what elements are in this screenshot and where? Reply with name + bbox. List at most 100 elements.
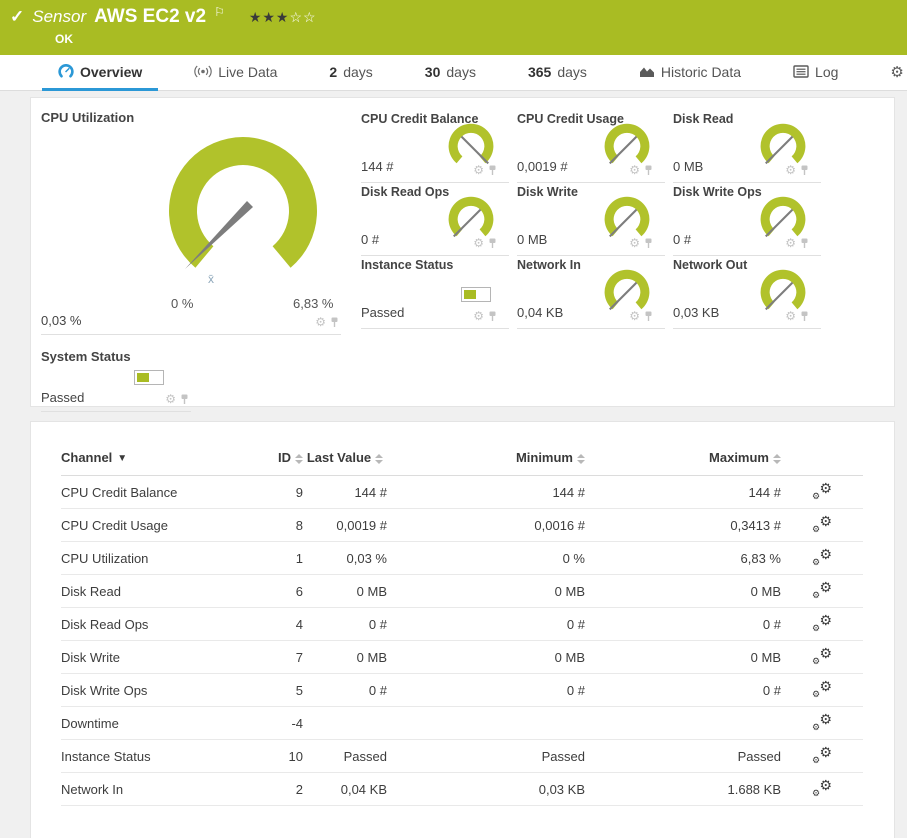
channel-cell-network-in[interactable]: Network In 0,04 KB ⚙	[517, 256, 665, 329]
channel-table-card: Channel▼ ID Last Value Minimum Maximum	[30, 421, 895, 838]
pin-icon[interactable]	[800, 311, 809, 322]
cpu-utilization-gauge-cell[interactable]: CPU Utilization x̄ 0 % 6,83 % 0,03 % ⚙	[41, 110, 341, 335]
cell-value: 0,0019 #	[517, 159, 568, 174]
gear-icon[interactable]: ⚙	[785, 164, 796, 176]
column-header-maximum[interactable]: Maximum	[585, 450, 781, 476]
channel-name[interactable]: Instance Status	[61, 739, 241, 773]
pin-icon[interactable]	[644, 238, 653, 249]
gear-icon[interactable]: ⚙	[473, 237, 484, 249]
channel-cell-disk-write-ops[interactable]: Disk Write Ops 0 # ⚙	[673, 183, 821, 256]
channel-settings-button[interactable]: ⚙ ⚙	[812, 513, 832, 534]
channel-cell-disk-write[interactable]: Disk Write 0 MB ⚙	[517, 183, 665, 256]
overview-gauges-card: CPU Utilization x̄ 0 % 6,83 % 0,03 % ⚙ S…	[30, 97, 895, 412]
channel-settings-button[interactable]: ⚙ ⚙	[812, 480, 832, 501]
column-header-id[interactable]: ID	[241, 450, 303, 476]
pin-icon[interactable]	[488, 238, 497, 249]
channel-settings-button[interactable]: ⚙ ⚙	[812, 612, 832, 633]
gear-icon[interactable]: ⚙	[785, 310, 796, 322]
gear-icon[interactable]: ⚙	[629, 310, 640, 322]
tab-log[interactable]: Log	[777, 55, 854, 91]
pin-icon[interactable]	[644, 311, 653, 322]
channel-name[interactable]: Network In	[61, 772, 241, 806]
pin-icon[interactable]	[800, 238, 809, 249]
channel-name[interactable]: CPU Credit Usage	[61, 508, 241, 542]
channel-settings-button[interactable]: ⚙ ⚙	[812, 711, 832, 732]
channel-cell-cpu-credit-balance[interactable]: CPU Credit Balance 144 # ⚙	[361, 110, 509, 183]
tab-historic-data[interactable]: Historic Data	[623, 55, 757, 91]
flag-icon[interactable]: ⚐	[214, 5, 225, 19]
gear-icon[interactable]: ⚙	[473, 310, 484, 322]
channel-settings-button[interactable]: ⚙ ⚙	[812, 579, 832, 600]
channel-settings-button[interactable]: ⚙ ⚙	[812, 546, 832, 567]
tab-overview[interactable]: Overview	[42, 55, 159, 91]
status-toggle-indicator	[461, 287, 491, 302]
channel-name[interactable]: Disk Read Ops	[61, 607, 241, 641]
tab-365-days[interactable]: 365 days	[512, 55, 603, 91]
channel-name[interactable]: Downtime	[61, 706, 241, 740]
gear-icon[interactable]: ⚙	[473, 164, 484, 176]
channel-maximum: 0 MB	[585, 640, 781, 674]
channel-last-value: 0,04 KB	[303, 772, 387, 806]
cell-value: 0,04 KB	[517, 305, 564, 320]
channel-maximum: 0 MB	[585, 574, 781, 608]
channel-minimum: Passed	[387, 739, 585, 773]
average-marker: x̄	[208, 272, 214, 286]
channel-id: 2	[241, 772, 303, 806]
channel-cell-network-out[interactable]: Network Out 0,03 KB ⚙	[673, 256, 821, 329]
channel-name[interactable]: Disk Write	[61, 640, 241, 674]
table-row: CPU Credit Usage 8 0,0019 #0,0016 #0,3413 …	[61, 508, 863, 542]
gear-icon: ⚙	[890, 63, 904, 81]
tab-2-days[interactable]: 2 days	[313, 55, 388, 91]
channel-name[interactable]: CPU Credit Balance	[61, 475, 241, 509]
channel-settings-button[interactable]: ⚙ ⚙	[812, 744, 832, 765]
channel-id: 7	[241, 640, 303, 674]
channel-last-value: 0 #	[303, 607, 387, 641]
channel-id: 8	[241, 508, 303, 542]
main-gauge: x̄ 0 % 6,83 %	[41, 127, 341, 311]
channel-cell-cpu-credit-usage[interactable]: CPU Credit Usage 0,0019 # ⚙	[517, 110, 665, 183]
channel-cell-instance-status[interactable]: Instance Status Passed ⚙	[361, 256, 509, 329]
channel-settings-button[interactable]: ⚙ ⚙	[812, 678, 832, 699]
column-header-minimum[interactable]: Minimum	[387, 450, 585, 476]
column-header-channel[interactable]: Channel ▼	[61, 450, 241, 476]
gauge-icon	[58, 64, 74, 79]
pin-icon[interactable]	[644, 165, 653, 176]
tab-30-days[interactable]: 30 days	[409, 55, 492, 91]
channel-last-value: Passed	[303, 739, 387, 773]
channel-last-value: 0,0019 #	[303, 508, 387, 542]
gear-icon[interactable]: ⚙	[629, 164, 640, 176]
channel-name[interactable]: CPU Utilization	[61, 541, 241, 575]
pin-icon[interactable]	[330, 317, 339, 328]
table-row: CPU Credit Balance 9 144 #144 #144 # ⚙ ⚙	[61, 475, 863, 509]
channel-cell-disk-read-ops[interactable]: Disk Read Ops 0 # ⚙	[361, 183, 509, 256]
pin-icon[interactable]	[800, 165, 809, 176]
mini-gauge-grid: CPU Credit Balance 144 # ⚙ CPU Credit Usage…	[361, 110, 821, 406]
tab-label: Historic Data	[660, 63, 742, 80]
channel-id: 5	[241, 673, 303, 707]
channel-maximum: 0,3413 #	[585, 508, 781, 542]
table-row: Disk Write 7 0 MB 0 MB 0 MB ⚙ ⚙	[61, 640, 863, 674]
channel-settings-button[interactable]: ⚙ ⚙	[812, 777, 832, 798]
pin-icon[interactable]	[180, 394, 189, 405]
priority-stars[interactable]: ★★★☆☆	[249, 9, 317, 26]
channel-name[interactable]: Disk Write Ops	[61, 673, 241, 707]
content-area: CPU Utilization x̄ 0 % 6,83 % 0,03 % ⚙ S…	[0, 91, 907, 838]
system-status-cell[interactable]: System Status Passed ⚙	[41, 349, 191, 412]
sensor-name: AWS EC2 v2	[94, 6, 207, 27]
channel-minimum: 0,0016 #	[387, 508, 585, 542]
channel-settings-button[interactable]: ⚙ ⚙	[812, 645, 832, 666]
gear-icon[interactable]: ⚙	[629, 237, 640, 249]
channel-name[interactable]: Disk Read	[61, 574, 241, 608]
channel-cell-disk-read[interactable]: Disk Read 0 MB ⚙	[673, 110, 821, 183]
gear-icon[interactable]: ⚙	[785, 237, 796, 249]
tab-bar: Overview Live Data 2 days 30 days 365 days Histo…	[0, 55, 907, 91]
column-header-last-value[interactable]: Last Value	[303, 450, 387, 476]
main-gauge-title: CPU Utilization	[41, 110, 135, 125]
gear-icon[interactable]: ⚙	[165, 393, 176, 405]
cell-value: 0 MB	[517, 232, 548, 247]
tab-live-data[interactable]: Live Data	[178, 55, 293, 91]
pin-icon[interactable]	[488, 311, 497, 322]
gear-icon[interactable]: ⚙	[315, 316, 326, 328]
tab-settings[interactable]: ⚙Settings	[874, 55, 907, 91]
pin-icon[interactable]	[488, 165, 497, 176]
